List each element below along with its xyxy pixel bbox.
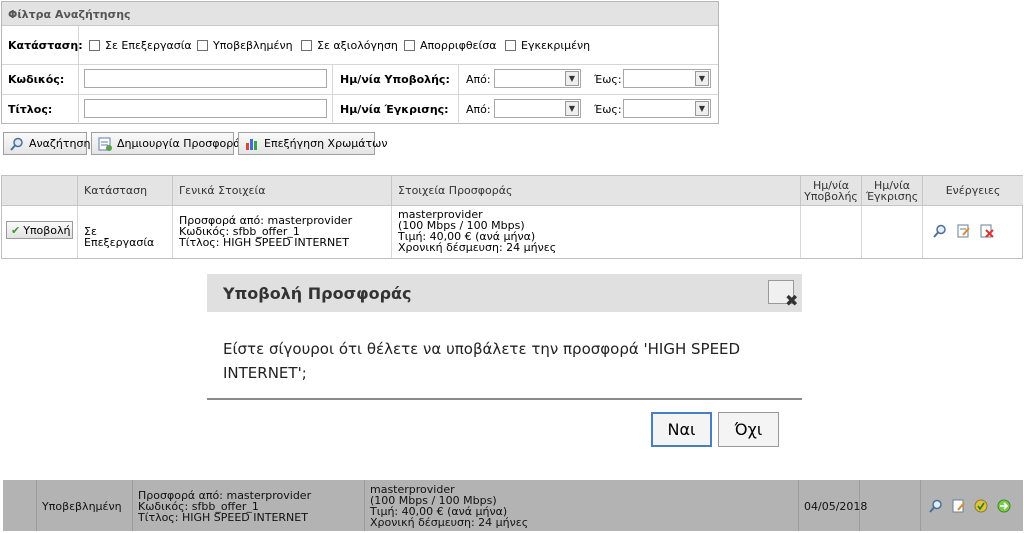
dialog-yes-button[interactable]: Ναι bbox=[651, 412, 712, 447]
view-magnifier-icon[interactable] bbox=[929, 499, 943, 515]
bar-chart-icon bbox=[245, 137, 259, 151]
status-checkbox-rejected[interactable]: Απορριφθείσα bbox=[404, 39, 496, 52]
approve-from-label: Από: bbox=[466, 103, 491, 116]
checkmark-icon: ✔ bbox=[11, 223, 21, 237]
row1-offer: masterprovider (100 Mbps / 100 Mbps) Τιμή:… bbox=[392, 206, 801, 258]
chevron-down-icon: ▼ bbox=[565, 71, 579, 86]
submit-to-label: Έως: bbox=[594, 73, 622, 86]
dialog-no-button[interactable]: Όχι bbox=[718, 412, 779, 447]
title-label: Τίτλος: bbox=[2, 94, 79, 124]
delete-document-icon[interactable] bbox=[980, 224, 994, 240]
approve-to-label: Έως: bbox=[594, 103, 622, 116]
header-empty bbox=[2, 176, 78, 206]
row1-submit-date bbox=[801, 206, 862, 258]
new-document-icon bbox=[98, 137, 112, 151]
edit-document-icon[interactable] bbox=[952, 499, 966, 515]
row2-approve-date bbox=[860, 480, 921, 531]
dialog-close-button[interactable]: ✖ bbox=[768, 280, 798, 310]
view-magnifier-icon[interactable] bbox=[933, 224, 947, 240]
close-icon: ✖ bbox=[785, 291, 799, 310]
submit-to-select[interactable]: ▼ bbox=[623, 69, 711, 88]
approve-from-select[interactable]: ▼ bbox=[494, 99, 581, 118]
colors-legend-button[interactable]: Επεξήγηση Χρωμάτων bbox=[238, 132, 388, 155]
title-input[interactable] bbox=[84, 99, 327, 118]
row2-general: Προσφορά από: masterprovider Κωδικός: sfb… bbox=[133, 480, 365, 531]
edit-document-icon[interactable] bbox=[957, 224, 971, 240]
status-checkbox-approved[interactable]: Εγκεκριμένη bbox=[505, 39, 590, 52]
code-filter-row: Κωδικός: Ημ/νία Υποβολής: Από: ▼ Έως: ▼ bbox=[2, 64, 718, 95]
approve-arrow-icon[interactable] bbox=[997, 499, 1011, 515]
magnifier-icon bbox=[10, 137, 24, 151]
status-checkbox-submitted[interactable]: Υποβεβλημένη bbox=[197, 39, 293, 52]
status-filter-row: Κατάσταση: Σε Επεξεργασία Υποβεβλημένη Σ… bbox=[2, 26, 718, 65]
status-checkbox-editing[interactable]: Σε Επεξεργασία bbox=[89, 39, 192, 52]
row2-offer: masterprovider (100 Mbps / 100 Mbps) Τιμή:… bbox=[365, 480, 799, 531]
create-offer-button[interactable]: Δημιουργία Προσφοράς bbox=[91, 132, 247, 155]
header-general: Γενικά Στοιχεία bbox=[173, 176, 392, 206]
row2-actions bbox=[921, 480, 1023, 531]
chevron-down-icon: ▼ bbox=[695, 71, 709, 86]
submit-from-select[interactable]: ▼ bbox=[494, 69, 581, 88]
status-checkbox-evaluation[interactable]: Σε αξιολόγηση bbox=[301, 39, 398, 52]
header-submit-date: Ημ/νία Υποβολής bbox=[801, 176, 862, 206]
submit-offer-button[interactable]: ✔ Υποβολή bbox=[6, 221, 73, 239]
row1-general: Προσφορά από: masterprovider Κωδικός: sfb… bbox=[173, 206, 392, 258]
dialog-title: Υποβολή Προσφοράς bbox=[223, 284, 412, 303]
row1-status: Σε Επεξεργασία bbox=[78, 206, 173, 258]
code-input[interactable] bbox=[84, 69, 327, 88]
title-filter-row: Τίτλος: Ημ/νία Έγκρισης: Από: ▼ Έως: ▼ bbox=[2, 94, 718, 124]
row1-actions bbox=[923, 206, 1023, 258]
submit-from-label: Από: bbox=[466, 73, 491, 86]
search-button[interactable]: Αναζήτηση bbox=[3, 132, 90, 155]
dialog-message: Είστε σίγουροι ότι θέλετε να υποβάλετε τ… bbox=[223, 340, 741, 382]
offers-table: Κατάσταση Γενικά Στοιχεία Στοιχεία Προσφ… bbox=[1, 175, 1023, 259]
header-approve-date: Ημ/νία Έγκρισης bbox=[862, 176, 923, 206]
filters-title: Φίλτρα Αναζήτησης bbox=[2, 2, 718, 26]
header-actions: Ενέργειες bbox=[923, 176, 1023, 206]
table-row-submit-cell: ✔ Υποβολή bbox=[2, 206, 78, 258]
dialog-title-bar: Υποβολή Προσφοράς ✖ bbox=[207, 274, 802, 312]
chevron-down-icon: ▼ bbox=[565, 101, 579, 116]
header-offer: Στοιχεία Προσφοράς bbox=[392, 176, 801, 206]
search-filters-panel: Φίλτρα Αναζήτησης Κατάσταση: Σε Επεξεργα… bbox=[1, 1, 719, 124]
header-status: Κατάσταση bbox=[78, 176, 173, 206]
evaluate-icon[interactable] bbox=[974, 499, 988, 515]
row2-status: Υποβεβλημένη bbox=[37, 480, 133, 531]
chevron-down-icon: ▼ bbox=[695, 101, 709, 116]
row1-approve-date bbox=[862, 206, 923, 258]
submit-date-label: Ημ/νία Υποβολής: bbox=[340, 73, 450, 86]
status-label: Κατάσταση: bbox=[2, 26, 83, 64]
row2-submit-date: 04/05/2018 bbox=[799, 480, 867, 531]
approve-to-select[interactable]: ▼ bbox=[623, 99, 711, 118]
code-label: Κωδικός: bbox=[2, 64, 79, 94]
table-row-submitted: Υποβεβλημένη Προσφορά από: masterprovide… bbox=[3, 480, 1023, 531]
approve-date-label: Ημ/νία Έγκρισης: bbox=[340, 103, 449, 116]
dialog-divider bbox=[207, 398, 802, 400]
